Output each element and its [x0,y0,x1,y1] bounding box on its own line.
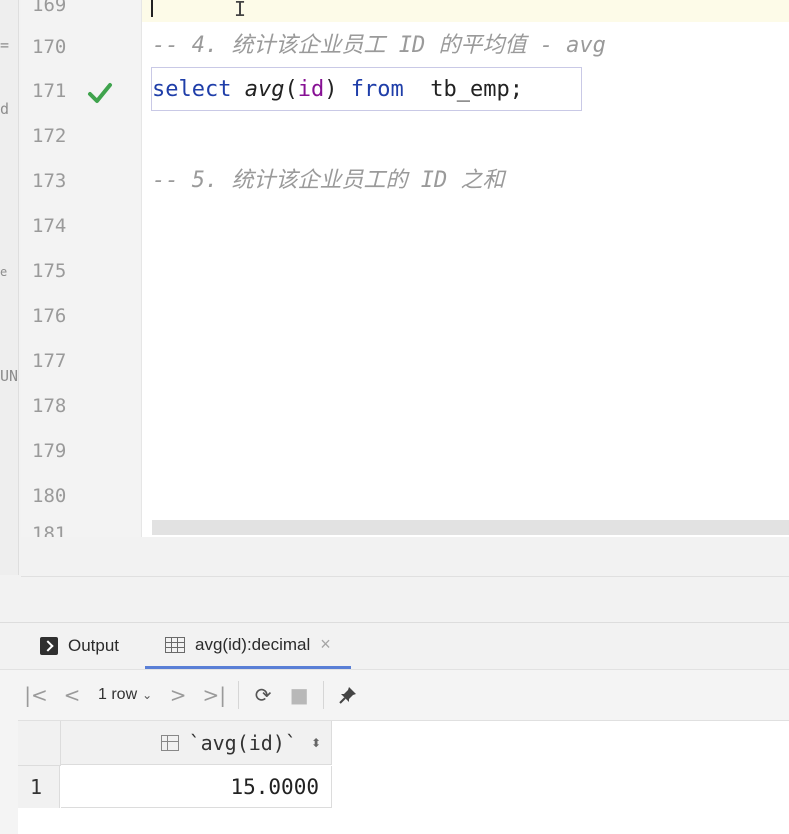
tab-label: Output [68,636,120,655]
pin-glyph [339,687,357,704]
horizontal-scrollbar[interactable] [152,520,789,535]
tab-output[interactable]: Output [40,623,119,669]
results-grid: `avg(id)` ⬍ 1 15.0000 [18,721,789,834]
tab-avg-id-result[interactable]: avg(id):decimal × [145,623,351,669]
code-line-173[interactable]: -- 5. 统计该企业员工的 ID 之和 [152,166,504,196]
keyword-from: from [350,77,404,102]
field-id: id [297,77,325,102]
prev-page-icon[interactable]: < [54,677,90,713]
stop-icon[interactable]: ■ [281,677,317,713]
grid-corner[interactable] [18,721,61,766]
column-header-label: `avg(id)` [188,730,297,755]
strip-fragment: = [0,36,10,54]
chevron-down-icon: ⌄ [142,688,153,702]
tab-label: avg(id):decimal [195,634,311,654]
code-line-170[interactable]: -- 4. 统计该企业员工 ID 的平均值 - avg [152,31,606,61]
sort-icon[interactable]: ⬍ [311,736,321,750]
divider [21,576,789,577]
pin-icon[interactable] [330,677,366,713]
line-number: 174 [32,215,67,237]
next-page-icon[interactable]: > [160,677,196,713]
line-number: 176 [32,305,67,327]
text-cursor [151,0,153,17]
check-icon [88,83,112,103]
line-number: 173 [32,170,67,192]
table-name: tb_emp; [430,77,523,102]
result-cell[interactable]: 15.0000 [61,766,332,808]
line-number: 171 [32,80,67,102]
line-number: 172 [32,125,67,147]
results-tabs: Output avg(id):decimal × [0,623,789,670]
left-panel-strip: = d e UN [0,0,19,575]
column-icon [160,734,179,751]
close-icon[interactable]: × [320,634,331,655]
strip-fragment: e [0,265,8,279]
line-number: 179 [32,440,67,462]
rows-count-select[interactable]: 1 row ⌄ [90,686,160,704]
mouse-ibeam-icon: I [234,0,247,21]
row-number[interactable]: 1 [18,766,60,808]
strip-fragment: UN [0,367,19,385]
paren-open: ( [284,77,298,102]
function-avg: avg [244,77,285,102]
toolbar-separator [238,681,240,709]
strip-fragment: d [0,100,10,118]
line-number: 177 [32,350,67,372]
paren-close: ) [324,77,338,102]
line-number: 170 [32,36,67,58]
refresh-icon[interactable]: ⟳ [245,677,281,713]
table-icon [165,636,185,653]
column-header[interactable]: `avg(id)` ⬍ [61,721,332,765]
line-number: 181 [32,524,67,537]
rows-label: 1 row [98,686,138,703]
code-editor[interactable]: I -- 4. 统计该企业员工 ID 的平均值 - avg select avg… [142,0,789,537]
first-page-icon[interactable]: |< [18,677,54,713]
toolbar-separator [323,681,325,709]
line-number: 175 [32,260,67,282]
line-number: 178 [32,395,67,417]
line-number: 169 [32,0,67,16]
terminal-icon [40,637,58,655]
line-number: 180 [32,485,67,507]
results-panel: Output avg(id):decimal × |< < 1 row ⌄ > … [0,622,789,834]
keyword-select: select [152,77,232,102]
results-toolbar: |< < 1 row ⌄ > >| ⟳ ■ [18,670,789,721]
code-line-171[interactable]: select avg(id) from tb_emp; [152,75,523,105]
last-page-icon[interactable]: >| [196,677,232,713]
